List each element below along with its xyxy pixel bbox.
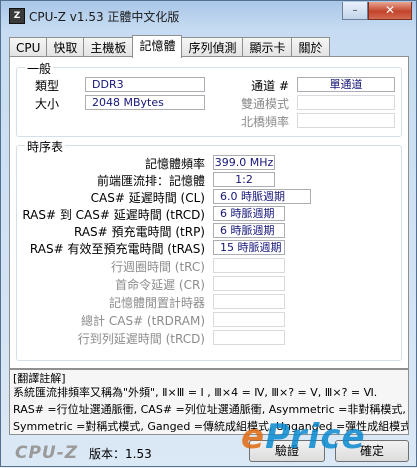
memory-panel: 一般 類型 DDR3 大小 2048 MBytes 通道 # 單通道 雙通模式 … bbox=[9, 56, 409, 369]
general-group: 一般 類型 DDR3 大小 2048 MBytes 通道 # 單通道 雙通模式 … bbox=[16, 60, 402, 137]
minimize-button[interactable]: – bbox=[342, 2, 368, 20]
title-bar[interactable]: Z CPU-Z v1.53 正體中文化版 – ✕ bbox=[1, 1, 417, 31]
tab-about[interactable]: 關於 bbox=[291, 37, 330, 57]
timing-label: 首命令延遲 (CR) bbox=[115, 278, 205, 292]
general-legend: 一般 bbox=[25, 60, 54, 77]
tab-spd[interactable]: 序列偵測 bbox=[181, 37, 244, 57]
window-controls: – ✕ bbox=[342, 2, 412, 20]
notes-line: RAS# =行位址選通脈衝, CAS# =列位址選通脈衝, Asymmetric… bbox=[13, 403, 406, 416]
tab-strip: CPU 快取 主機板 記憶體 序列偵測 顯示卡 關於 bbox=[9, 35, 330, 58]
timings-group: 時序表 記憶體頻率 399.0 MHz 前端匯流排：記憶體 1:2 CAS# 延遲時間 … bbox=[16, 138, 402, 361]
type-value: DDR3 bbox=[85, 77, 205, 92]
timing-value bbox=[213, 312, 285, 327]
dc-mode-value bbox=[297, 95, 395, 110]
timing-value bbox=[213, 330, 285, 345]
version-label: 版本：1.53 bbox=[89, 447, 152, 461]
timing-label: 總計 CAS# (tRDRAM) bbox=[81, 314, 205, 328]
tab-caches[interactable]: 快取 bbox=[46, 37, 85, 57]
timing-label: RAS# 到 CAS# 延遲時間 (tRCD) bbox=[22, 208, 205, 222]
tab-cpu[interactable]: CPU bbox=[9, 37, 48, 57]
timing-value bbox=[213, 294, 285, 309]
timing-label: 行到列延遲時間 (tRCD) bbox=[77, 332, 205, 346]
timing-value: 6 時脈週期 bbox=[213, 206, 285, 221]
timing-value: 6.0 時脈週期 bbox=[213, 189, 311, 204]
timing-value: 6 時脈週期 bbox=[213, 223, 285, 238]
eprice-watermark: ePrice bbox=[241, 417, 366, 457]
timings-legend: 時序表 bbox=[25, 138, 66, 155]
timing-label: 記憶體頻率 bbox=[144, 157, 205, 171]
timing-label: RAS# 有效至預充電時間 (tRAS) bbox=[29, 242, 205, 256]
timing-label: 記憶體閒置計時器 bbox=[108, 296, 205, 310]
cpuz-logo: CPU-Z bbox=[15, 443, 79, 463]
tab-mainboard[interactable]: 主機板 bbox=[83, 37, 134, 57]
timing-label: 行週圈時間 (tRC) bbox=[110, 260, 205, 274]
timing-value bbox=[213, 276, 285, 291]
nb-freq-label: 北橋頻率 bbox=[240, 115, 289, 129]
timing-label: RAS# 預充電時間 (tRP) bbox=[73, 225, 205, 239]
timing-value bbox=[213, 258, 285, 273]
tab-memory[interactable]: 記憶體 bbox=[132, 35, 183, 58]
tab-graphics[interactable]: 顯示卡 bbox=[242, 37, 293, 57]
timing-value: 1:2 bbox=[213, 172, 275, 187]
window-title: CPU-Z v1.53 正體中文化版 bbox=[29, 10, 180, 24]
channel-label: 通道 # bbox=[251, 79, 289, 93]
cpuz-app-icon: Z bbox=[9, 8, 25, 24]
size-value: 2048 MBytes bbox=[85, 95, 205, 110]
nb-freq-value bbox=[297, 113, 395, 128]
timing-label: CAS# 延遲時間 (CL) bbox=[90, 191, 205, 205]
size-label: 大小 bbox=[35, 97, 60, 111]
close-button[interactable]: ✕ bbox=[368, 2, 412, 20]
channel-value: 單通道 bbox=[297, 77, 395, 92]
timing-label: 前端匯流排：記憶體 bbox=[96, 174, 205, 188]
timing-value: 399.0 MHz bbox=[213, 155, 275, 170]
dc-mode-label: 雙通模式 bbox=[240, 97, 289, 111]
type-label: 類型 bbox=[35, 79, 60, 93]
notes-line: 系統匯流排頻率又稱為"外頻", Ⅱ×Ⅲ = Ⅰ , Ⅲ×4 = Ⅳ, Ⅲ×? =… bbox=[13, 386, 378, 399]
app-window: Z CPU-Z v1.53 正體中文化版 – ✕ CPU 快取 主機板 記憶體 … bbox=[0, 0, 417, 467]
timing-value: 15 時脈週期 bbox=[213, 240, 285, 255]
